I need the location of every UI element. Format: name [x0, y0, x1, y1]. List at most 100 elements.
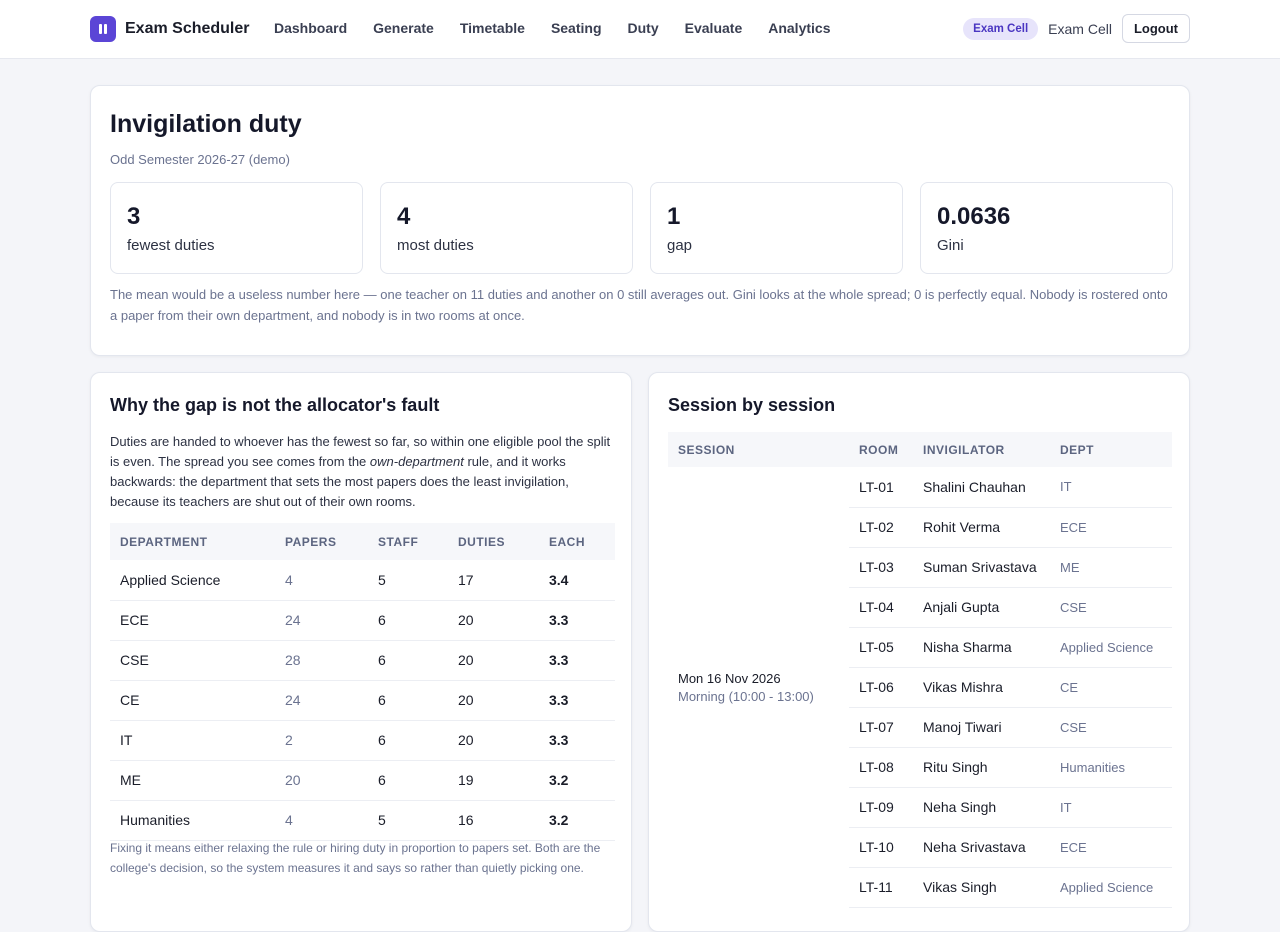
dept-name: IT — [110, 720, 275, 761]
dept: Humanities — [1050, 747, 1172, 788]
session-card: Session by session SESSION ROOM INVIGILA… — [648, 372, 1190, 932]
room: LT-10 — [849, 827, 913, 868]
dept-name: ME — [110, 760, 275, 801]
duties-each: 3.3 — [539, 600, 615, 641]
nav-evaluate[interactable]: Evaluate — [685, 20, 743, 36]
col-papers: PAPERS — [275, 523, 368, 560]
user-area: Exam Cell Exam Cell Logout — [963, 14, 1190, 43]
duties-count: 19 — [448, 760, 539, 801]
invigilator: Neha Singh — [913, 787, 1050, 828]
invigilator: Nisha Sharma — [913, 627, 1050, 668]
stat-value: 0.0636 — [937, 203, 1011, 230]
invigilator: Shalini Chauhan — [913, 467, 1050, 508]
role-badge: Exam Cell — [963, 17, 1039, 40]
papers-count: 24 — [275, 680, 368, 721]
table-row: CSE 28 6 20 3.3 — [110, 640, 615, 681]
room: LT-03 — [849, 547, 913, 588]
stat-label: gap — [667, 237, 693, 254]
summary-card: Invigilation duty Odd Semester 2026-27 (… — [90, 85, 1190, 356]
invigilator: Anjali Gupta — [913, 587, 1050, 628]
col-session: SESSION — [668, 432, 849, 467]
page-subtitle: Odd Semester 2026-27 (demo) — [110, 152, 290, 167]
session-date: Mon 16 Nov 2026 — [678, 670, 781, 686]
col-each: EACH — [539, 523, 615, 560]
duties-each: 3.2 — [539, 760, 615, 801]
papers-count: 4 — [275, 800, 368, 841]
table-row: ME 20 6 19 3.2 — [110, 760, 615, 801]
duties-each: 3.3 — [539, 680, 615, 721]
nav-generate[interactable]: Generate — [373, 20, 434, 36]
staff-count: 6 — [368, 600, 448, 641]
col-invigilator: INVIGILATOR — [913, 432, 1050, 467]
dept: ME — [1050, 547, 1172, 588]
col-department: DEPARTMENT — [110, 523, 275, 560]
papers-count: 24 — [275, 600, 368, 641]
invigilator: Suman Srivastava — [913, 547, 1050, 588]
nav-seating[interactable]: Seating — [551, 20, 602, 36]
dept: Applied Science — [1050, 627, 1172, 668]
dept-name: Humanities — [110, 800, 275, 841]
invigilator: Vikas Singh — [913, 867, 1050, 908]
dept: ECE — [1050, 827, 1172, 868]
duties-count: 20 — [448, 720, 539, 761]
department-table: DEPARTMENT PAPERS STAFF DUTIES EACH Appl… — [110, 523, 615, 841]
user-name: Exam Cell — [1048, 20, 1112, 37]
explanation-text: Duties are handed to whoever has the few… — [110, 432, 615, 512]
room: LT-01 — [849, 467, 913, 508]
app-name: Exam Scheduler — [125, 20, 250, 37]
papers-count: 4 — [275, 560, 368, 601]
stat-label: Gini — [937, 237, 964, 254]
session-table: SESSION ROOM INVIGILATOR DEPT Mon 16 Nov… — [668, 432, 1172, 908]
session-cell: Mon 16 Nov 2026 Morning (10:00 - 13:00) — [668, 467, 849, 907]
room: LT-09 — [849, 787, 913, 828]
duties-each: 3.2 — [539, 800, 615, 841]
room: LT-08 — [849, 747, 913, 788]
duties-each: 3.3 — [539, 720, 615, 761]
explanation-emphasis: own-department — [369, 454, 464, 469]
dept: IT — [1050, 467, 1172, 508]
card-title: Session by session — [668, 395, 836, 415]
stat-gap: 1 gap — [650, 182, 903, 274]
room: LT-11 — [849, 867, 913, 908]
room: LT-02 — [849, 507, 913, 548]
dept: CE — [1050, 667, 1172, 708]
invigilator: Vikas Mishra — [913, 667, 1050, 708]
stat-label: fewest duties — [127, 237, 215, 254]
papers-count: 20 — [275, 760, 368, 801]
table-row: ECE 24 6 20 3.3 — [110, 600, 615, 641]
session-slot: Morning (10:00 - 13:00) — [678, 688, 814, 704]
dept-name: CE — [110, 680, 275, 721]
nav-dashboard[interactable]: Dashboard — [274, 20, 347, 36]
main-nav: Dashboard Generate Timetable Seating Dut… — [274, 20, 830, 36]
dept: CSE — [1050, 707, 1172, 748]
col-dept: DEPT — [1050, 432, 1172, 467]
room: LT-04 — [849, 587, 913, 628]
card-title: Why the gap is not the allocator's fault — [110, 395, 440, 415]
table-row: Applied Science 4 5 17 3.4 — [110, 560, 615, 601]
col-staff: STAFF — [368, 523, 448, 560]
table-header-row: SESSION ROOM INVIGILATOR DEPT — [668, 432, 1172, 467]
brand[interactable]: Exam Scheduler — [90, 16, 250, 42]
nav-analytics[interactable]: Analytics — [768, 20, 830, 36]
table-row: Humanities 4 5 16 3.2 — [110, 800, 615, 841]
dept: IT — [1050, 787, 1172, 828]
room: LT-07 — [849, 707, 913, 748]
staff-count: 6 — [368, 720, 448, 761]
papers-count: 28 — [275, 640, 368, 681]
dept: ECE — [1050, 507, 1172, 548]
duties-each: 3.4 — [539, 560, 615, 601]
page-title: Invigilation duty — [110, 110, 302, 138]
top-navbar: Exam Scheduler Dashboard Generate Timeta… — [0, 0, 1280, 59]
nav-duty[interactable]: Duty — [628, 20, 659, 36]
logout-button[interactable]: Logout — [1121, 14, 1190, 43]
dept-name: ECE — [110, 600, 275, 641]
duties-count: 20 — [448, 640, 539, 681]
app-logo-icon — [90, 16, 116, 42]
nav-timetable[interactable]: Timetable — [460, 20, 525, 36]
table-row: CE 24 6 20 3.3 — [110, 680, 615, 721]
table-row: Mon 16 Nov 2026 Morning (10:00 - 13:00) … — [668, 467, 1172, 704]
stat-value: 3 — [127, 203, 141, 230]
table-header-row: DEPARTMENT PAPERS STAFF DUTIES EACH — [110, 523, 615, 560]
stat-row: 3 fewest duties 4 most duties 1 gap 0.06… — [110, 182, 1173, 274]
invigilator: Rohit Verma — [913, 507, 1050, 548]
